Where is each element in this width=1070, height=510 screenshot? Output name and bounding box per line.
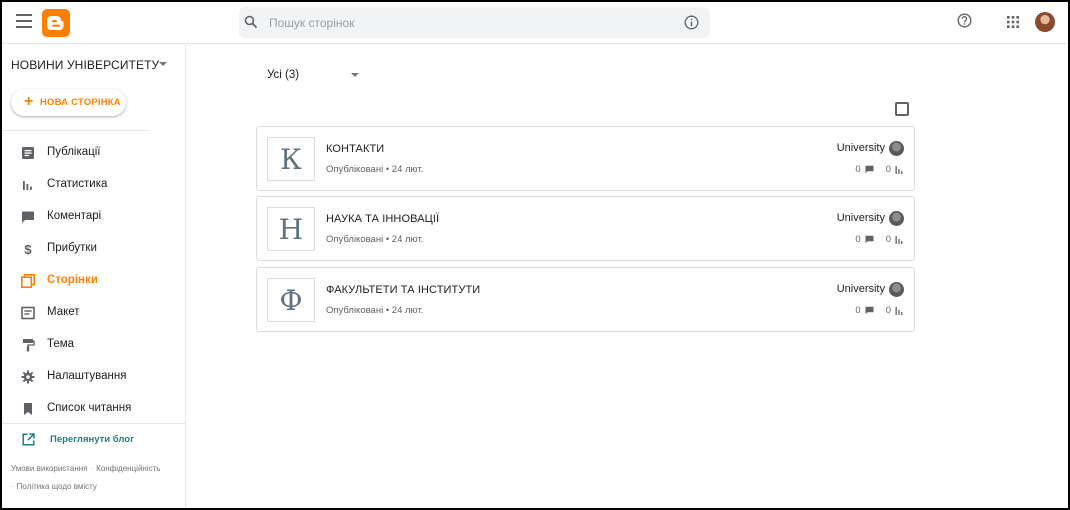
sidebar-item-label: Публікації [47, 146, 101, 158]
sidebar-item-reading-list[interactable]: Список читання [0, 393, 186, 425]
page-date: 24 лют. [391, 164, 424, 175]
comment-count: 0 [855, 234, 861, 245]
page-title[interactable]: КОНТАКТИ [326, 143, 384, 155]
page-author: University [836, 142, 885, 154]
new-page-button[interactable]: + НОВА СТОРІНКА [11, 89, 126, 116]
gear-icon [21, 370, 35, 384]
views-stats-icon [895, 307, 903, 315]
blogger-logo-icon[interactable] [42, 9, 70, 37]
user-avatar[interactable] [1035, 12, 1055, 32]
sidebar-item-label: Прибутки [47, 242, 97, 254]
sidebar-item-earnings[interactable]: $ Прибутки [0, 233, 186, 265]
filter-caret-icon[interactable] [351, 73, 359, 77]
view-count: 0 [885, 305, 891, 316]
sidebar-item-label: Тема [47, 338, 75, 350]
page-list-item[interactable]: Ф ФАКУЛЬТЕТИ ТА ІНСТИТУТИ Опубліковані •… [256, 267, 915, 332]
posts-icon [22, 147, 34, 159]
page-title[interactable]: ФАКУЛЬТЕТИ ТА ІНСТИТУТИ [326, 284, 480, 296]
dollar-icon: $ [24, 242, 32, 256]
search-icon[interactable] [244, 15, 258, 29]
view-blog-link[interactable]: Переглянути блог [0, 428, 186, 452]
page-status: Опубліковані [326, 234, 384, 245]
open-external-icon [22, 433, 35, 446]
page-thumbnail: К [267, 137, 315, 181]
sidebar-item-layout[interactable]: Макет [0, 297, 186, 329]
svg-text:$: $ [24, 242, 32, 256]
comment-icon [865, 165, 874, 174]
info-icon[interactable] [684, 15, 699, 30]
divider [0, 423, 186, 424]
blog-selector-caret-icon[interactable] [159, 62, 167, 66]
paint-roller-icon [23, 339, 35, 352]
hamburger-menu-icon[interactable] [16, 14, 32, 28]
footer-links: Умови використання · Конфіденційність · Пол… [11, 460, 181, 496]
sidebar-item-posts[interactable]: Публікації [0, 137, 186, 169]
page-author: University [836, 283, 885, 295]
comment-count: 0 [855, 164, 861, 175]
comments-icon [22, 211, 34, 223]
sidebar-item-label: Макет [47, 306, 80, 318]
apps-grid-icon[interactable] [1007, 16, 1019, 28]
view-count: 0 [885, 234, 891, 245]
select-all-checkbox[interactable] [895, 102, 909, 116]
page-meta: Опубліковані • 24 лют. [326, 164, 424, 175]
page-date: 24 лют. [391, 305, 424, 316]
views-stats-icon [895, 166, 903, 174]
comment-icon [865, 235, 874, 244]
sidebar-item-comments[interactable]: Коментарі [0, 201, 186, 233]
page-stats: 0 0 [855, 164, 903, 175]
comment-icon [865, 306, 874, 315]
help-icon[interactable] [957, 13, 972, 28]
plus-icon: + [24, 93, 34, 110]
sidebar-item-label: Статистика [47, 178, 108, 190]
divider [0, 130, 150, 131]
page-list-item[interactable]: К КОНТАКТИ Опубліковані • 24 лют. Univer… [256, 126, 915, 191]
search-input[interactable] [269, 13, 669, 33]
author-avatar [889, 282, 904, 297]
terms-link[interactable]: Умови використання [11, 464, 87, 473]
page-title[interactable]: НАУКА ТА ІННОВАЦІЇ [326, 213, 439, 225]
bookmark-icon [24, 403, 32, 415]
filter-dropdown[interactable]: Усі (3) [267, 69, 299, 81]
separator-dot: · [90, 464, 94, 473]
sidebar-item-settings[interactable]: Налаштування [0, 361, 186, 393]
sidebar-item-pages[interactable]: Сторінки [0, 265, 186, 297]
page-date: 24 лют. [391, 234, 424, 245]
sidebar-item-stats[interactable]: Статистика [0, 169, 186, 201]
content-policy-link[interactable]: Політика щодо вмісту [17, 482, 97, 491]
sidebar: НОВИНИ УНІВЕРСИТЕТУ + НОВА СТОРІНКА Публ… [0, 45, 186, 510]
author-avatar [889, 211, 904, 226]
blog-name[interactable]: НОВИНИ УНІВЕРСИТЕТУ [11, 58, 159, 72]
top-app-bar [0, 0, 1070, 44]
page-status: Опубліковані [326, 305, 384, 316]
sidebar-item-label: Налаштування [47, 370, 127, 382]
page-meta: Опубліковані • 24 лют. [326, 234, 424, 245]
new-page-label: НОВА СТОРІНКА [40, 97, 121, 108]
stats-icon [23, 181, 32, 190]
view-blog-label: Переглянути блог [50, 434, 135, 445]
page-thumbnail: Н [267, 207, 315, 251]
views-stats-icon [895, 236, 903, 244]
sidebar-item-label: Коментарі [47, 210, 102, 222]
page-list-item[interactable]: Н НАУКА ТА ІННОВАЦІЇ Опубліковані • 24 л… [256, 196, 915, 261]
privacy-link[interactable]: Конфіденційність [96, 464, 160, 473]
separator-dot: · [11, 482, 14, 491]
pages-icon [21, 274, 35, 288]
page-thumbnail: Ф [267, 278, 315, 322]
search-bar [239, 7, 710, 38]
page-stats: 0 0 [855, 234, 903, 245]
sidebar-item-theme[interactable]: Тема [0, 329, 186, 361]
page-author: University [836, 212, 885, 224]
author-avatar [889, 141, 904, 156]
sidebar-item-label: Список читання [47, 402, 132, 414]
page-meta: Опубліковані • 24 лют. [326, 305, 424, 316]
page-stats: 0 0 [855, 305, 903, 316]
layout-icon [21, 306, 35, 320]
sidebar-item-label: Сторінки [47, 274, 98, 286]
sidebar-nav: Публікації Статистика Коментарі $ Прибут… [0, 137, 186, 425]
view-count: 0 [885, 164, 891, 175]
page-status: Опубліковані [326, 164, 384, 175]
comment-count: 0 [855, 305, 861, 316]
